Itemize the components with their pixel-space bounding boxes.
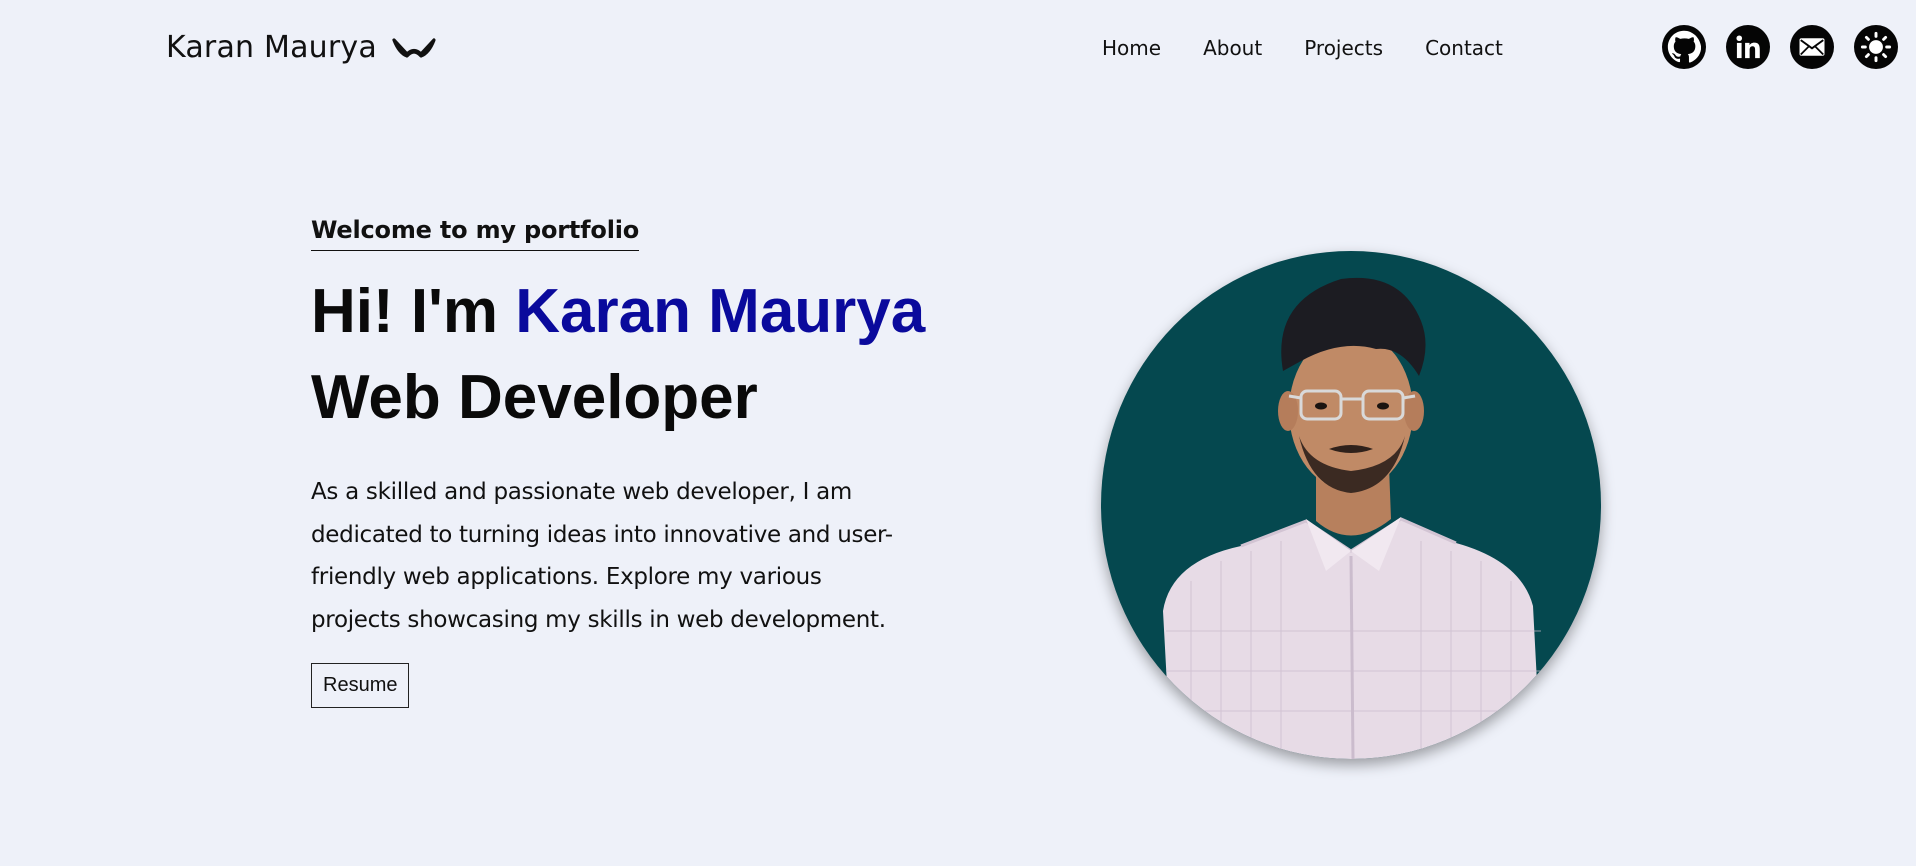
nav-contact-link[interactable]: Contact <box>1425 36 1503 60</box>
mail-icon <box>1799 38 1825 56</box>
theme-toggle-button[interactable] <box>1854 25 1898 69</box>
github-icon <box>1667 30 1701 63</box>
bowtie-logo-icon <box>392 37 436 58</box>
profile-photo <box>1101 251 1601 759</box>
linkedin-icon <box>1736 35 1760 59</box>
hero-headline: Hi! I'm Karan Maurya Web Developer <box>311 269 951 441</box>
hero-role: Web Developer <box>311 363 758 432</box>
hero-name: Karan Maurya <box>515 277 926 346</box>
welcome-heading: Welcome to my portfolio <box>311 216 639 251</box>
greeting-text: Hi! I'm <box>311 277 498 346</box>
resume-button[interactable]: Resume <box>311 663 410 708</box>
mail-button[interactable] <box>1790 25 1834 69</box>
nav-projects-link[interactable]: Projects <box>1304 36 1383 60</box>
brand-name: Karan Maurya <box>166 30 377 65</box>
navbar: Karan Maurya Home About Projects Contact <box>0 0 1916 100</box>
brand[interactable]: Karan Maurya <box>166 30 437 65</box>
nav-about-link[interactable]: About <box>1203 36 1262 60</box>
linkedin-button[interactable] <box>1726 25 1770 69</box>
hero-intro: As a skilled and passionate web develope… <box>311 479 893 633</box>
nav-home-link[interactable]: Home <box>1102 36 1161 60</box>
github-button[interactable] <box>1662 25 1706 69</box>
theme-toggle-icon <box>1860 31 1892 63</box>
main-nav: Home About Projects Contact <box>1102 36 1503 60</box>
profile-photo-illustration <box>1163 277 1541 759</box>
hero-section: Welcome to my portfolio Hi! I'm Karan Ma… <box>311 216 951 708</box>
social-links <box>1662 25 1898 69</box>
